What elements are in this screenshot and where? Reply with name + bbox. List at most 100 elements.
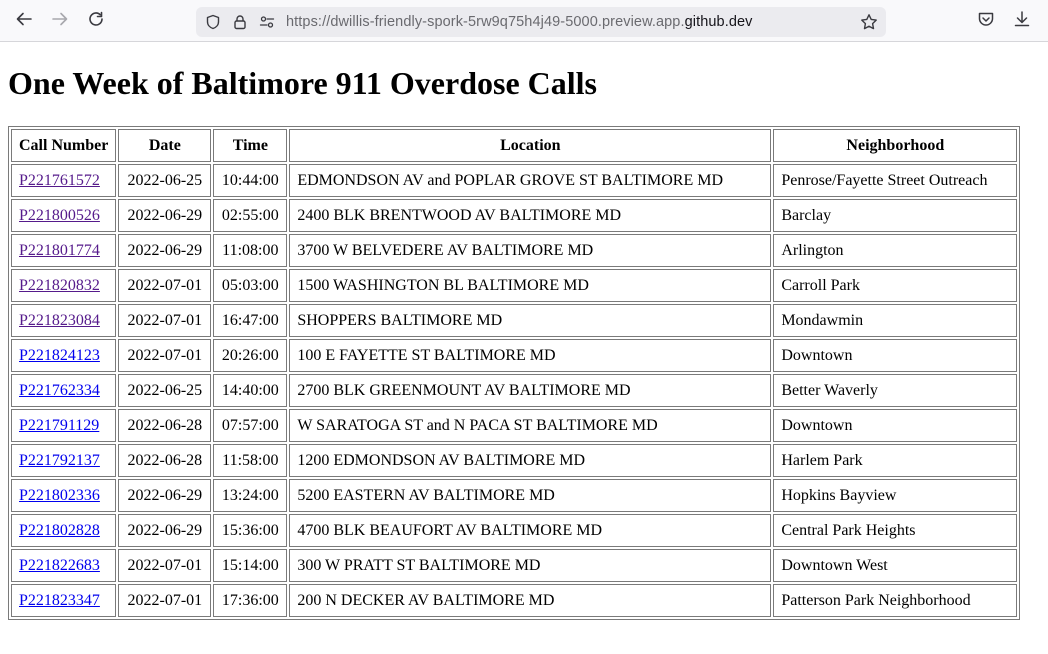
location-cell: 3700 W BELVEDERE AV BALTIMORE MD bbox=[289, 234, 772, 267]
call-number-cell: P221820832 bbox=[11, 269, 117, 302]
table-row: P221791129 2022-06-28 07:57:00 W SARATOGA S… bbox=[11, 409, 1018, 442]
table-row: P221802336 2022-06-29 13:24:00 5200 EASTERN… bbox=[11, 479, 1018, 512]
date-cell: 2022-06-25 bbox=[118, 374, 212, 407]
time-cell: 07:57:00 bbox=[213, 409, 288, 442]
header-call-number: Call Number bbox=[11, 129, 117, 162]
neighborhood-cell: Penrose/Fayette Street Outreach bbox=[773, 164, 1018, 197]
neighborhood-cell: Better Waverly bbox=[773, 374, 1018, 407]
time-cell: 13:24:00 bbox=[213, 479, 288, 512]
back-arrow-icon bbox=[15, 10, 33, 33]
location-cell: 200 N DECKER AV BALTIMORE MD bbox=[289, 584, 772, 617]
page-content: One Week of Baltimore 911 Overdose Calls… bbox=[8, 60, 1021, 620]
call-number-link[interactable]: P221761572 bbox=[19, 172, 100, 189]
table-row: P221824123 2022-07-01 20:26:00 100 E FAYETT… bbox=[11, 339, 1018, 372]
time-cell: 17:36:00 bbox=[213, 584, 288, 617]
call-number-link[interactable]: P221822683 bbox=[19, 557, 100, 574]
table-row: P221762334 2022-06-25 14:40:00 2700 BLK GRE… bbox=[11, 374, 1018, 407]
location-cell: SHOPPERS BALTIMORE MD bbox=[289, 304, 772, 337]
url-text[interactable]: https://dwillis-friendly-spork-5rw9q75h4… bbox=[286, 7, 753, 37]
date-cell: 2022-07-01 bbox=[118, 269, 212, 302]
neighborhood-cell: Arlington bbox=[773, 234, 1018, 267]
call-number-cell: P221802828 bbox=[11, 514, 117, 547]
location-cell: 5200 EASTERN AV BALTIMORE MD bbox=[289, 479, 772, 512]
date-cell: 2022-06-25 bbox=[118, 164, 212, 197]
date-cell: 2022-07-01 bbox=[118, 584, 212, 617]
time-cell: 05:03:00 bbox=[213, 269, 288, 302]
back-button[interactable] bbox=[12, 9, 36, 33]
bookmark-star-icon[interactable] bbox=[860, 13, 878, 31]
call-number-cell: P221801774 bbox=[11, 234, 117, 267]
table-row: P221823084 2022-07-01 16:47:00 SHOPPERS BAL… bbox=[11, 304, 1018, 337]
location-cell: EDMONDSON AV and POPLAR GROVE ST BALTIMO… bbox=[289, 164, 772, 197]
call-number-cell: P221792137 bbox=[11, 444, 117, 477]
location-cell: 2400 BLK BRENTWOOD AV BALTIMORE MD bbox=[289, 199, 772, 232]
call-number-link[interactable]: P221800526 bbox=[19, 207, 100, 224]
call-number-cell: P221762334 bbox=[11, 374, 117, 407]
time-cell: 16:47:00 bbox=[213, 304, 288, 337]
table-header-row: Call Number Date Time Location Neighborh… bbox=[11, 129, 1018, 162]
call-number-cell: P221761572 bbox=[11, 164, 117, 197]
header-date: Date bbox=[118, 129, 212, 162]
call-number-link[interactable]: P221823084 bbox=[19, 312, 100, 329]
neighborhood-cell: Downtown bbox=[773, 409, 1018, 442]
address-bar[interactable]: https://dwillis-friendly-spork-5rw9q75h4… bbox=[196, 7, 886, 37]
call-number-link[interactable]: P221802828 bbox=[19, 522, 100, 539]
browser-toolbar: https://dwillis-friendly-spork-5rw9q75h4… bbox=[0, 0, 1048, 42]
table-row: P221802828 2022-06-29 15:36:00 4700 BLK BEA… bbox=[11, 514, 1018, 547]
call-number-link[interactable]: P221820832 bbox=[19, 277, 100, 294]
reload-button[interactable] bbox=[84, 9, 108, 33]
pocket-icon bbox=[977, 10, 995, 33]
date-cell: 2022-07-01 bbox=[118, 339, 212, 372]
table-row: P221792137 2022-06-28 11:58:00 1200 EDMONDS… bbox=[11, 444, 1018, 477]
time-cell: 11:58:00 bbox=[213, 444, 288, 477]
lock-icon[interactable] bbox=[231, 13, 249, 31]
time-cell: 20:26:00 bbox=[213, 339, 288, 372]
table-row: P221800526 2022-06-29 02:55:00 2400 BLK BRE… bbox=[11, 199, 1018, 232]
call-number-link[interactable]: P221792137 bbox=[19, 452, 100, 469]
call-number-cell: P221823084 bbox=[11, 304, 117, 337]
location-cell: 1500 WASHINGTON BL BALTIMORE MD bbox=[289, 269, 772, 302]
shield-icon[interactable] bbox=[204, 13, 222, 31]
neighborhood-cell: Mondawmin bbox=[773, 304, 1018, 337]
reload-icon bbox=[87, 10, 105, 33]
location-cell: 1200 EDMONDSON AV BALTIMORE MD bbox=[289, 444, 772, 477]
calls-table: Call Number Date Time Location Neighborh… bbox=[8, 126, 1021, 620]
time-cell: 10:44:00 bbox=[213, 164, 288, 197]
neighborhood-cell: Central Park Heights bbox=[773, 514, 1018, 547]
time-cell: 11:08:00 bbox=[213, 234, 288, 267]
header-neighborhood: Neighborhood bbox=[773, 129, 1018, 162]
neighborhood-cell: Barclay bbox=[773, 199, 1018, 232]
call-number-link[interactable]: P221801774 bbox=[19, 242, 100, 259]
call-number-cell: P221822683 bbox=[11, 549, 117, 582]
call-number-link[interactable]: P221823347 bbox=[19, 592, 100, 609]
time-cell: 15:36:00 bbox=[213, 514, 288, 547]
downloads-button[interactable] bbox=[1010, 9, 1034, 33]
forward-arrow-icon bbox=[51, 10, 69, 33]
call-number-link[interactable]: P221802336 bbox=[19, 487, 100, 504]
call-number-link[interactable]: P221824123 bbox=[19, 347, 100, 364]
date-cell: 2022-06-29 bbox=[118, 479, 212, 512]
download-icon bbox=[1013, 10, 1031, 33]
permissions-icon[interactable] bbox=[258, 13, 276, 31]
neighborhood-cell: Carroll Park bbox=[773, 269, 1018, 302]
header-location: Location bbox=[289, 129, 772, 162]
call-number-link[interactable]: P221791129 bbox=[19, 417, 99, 434]
table-row: P221820832 2022-07-01 05:03:00 1500 WASHING… bbox=[11, 269, 1018, 302]
location-cell: 2700 BLK GREENMOUNT AV BALTIMORE MD bbox=[289, 374, 772, 407]
url-domain: github.dev bbox=[684, 14, 753, 30]
time-cell: 15:14:00 bbox=[213, 549, 288, 582]
call-number-cell: P221800526 bbox=[11, 199, 117, 232]
call-number-link[interactable]: P221762334 bbox=[19, 382, 100, 399]
neighborhood-cell: Patterson Park Neighborhood bbox=[773, 584, 1018, 617]
location-cell: 4700 BLK BEAUFORT AV BALTIMORE MD bbox=[289, 514, 772, 547]
neighborhood-cell: Harlem Park bbox=[773, 444, 1018, 477]
date-cell: 2022-07-01 bbox=[118, 549, 212, 582]
table-row: P221801774 2022-06-29 11:08:00 3700 W BELVE… bbox=[11, 234, 1018, 267]
date-cell: 2022-06-28 bbox=[118, 409, 212, 442]
date-cell: 2022-06-29 bbox=[118, 199, 212, 232]
pocket-button[interactable] bbox=[974, 9, 998, 33]
forward-button[interactable] bbox=[48, 9, 72, 33]
table-row: P221823347 2022-07-01 17:36:00 200 N DECKER… bbox=[11, 584, 1018, 617]
header-time: Time bbox=[213, 129, 288, 162]
url-prefix: https://dwillis-friendly-spork-5rw9q75h4… bbox=[286, 14, 685, 30]
